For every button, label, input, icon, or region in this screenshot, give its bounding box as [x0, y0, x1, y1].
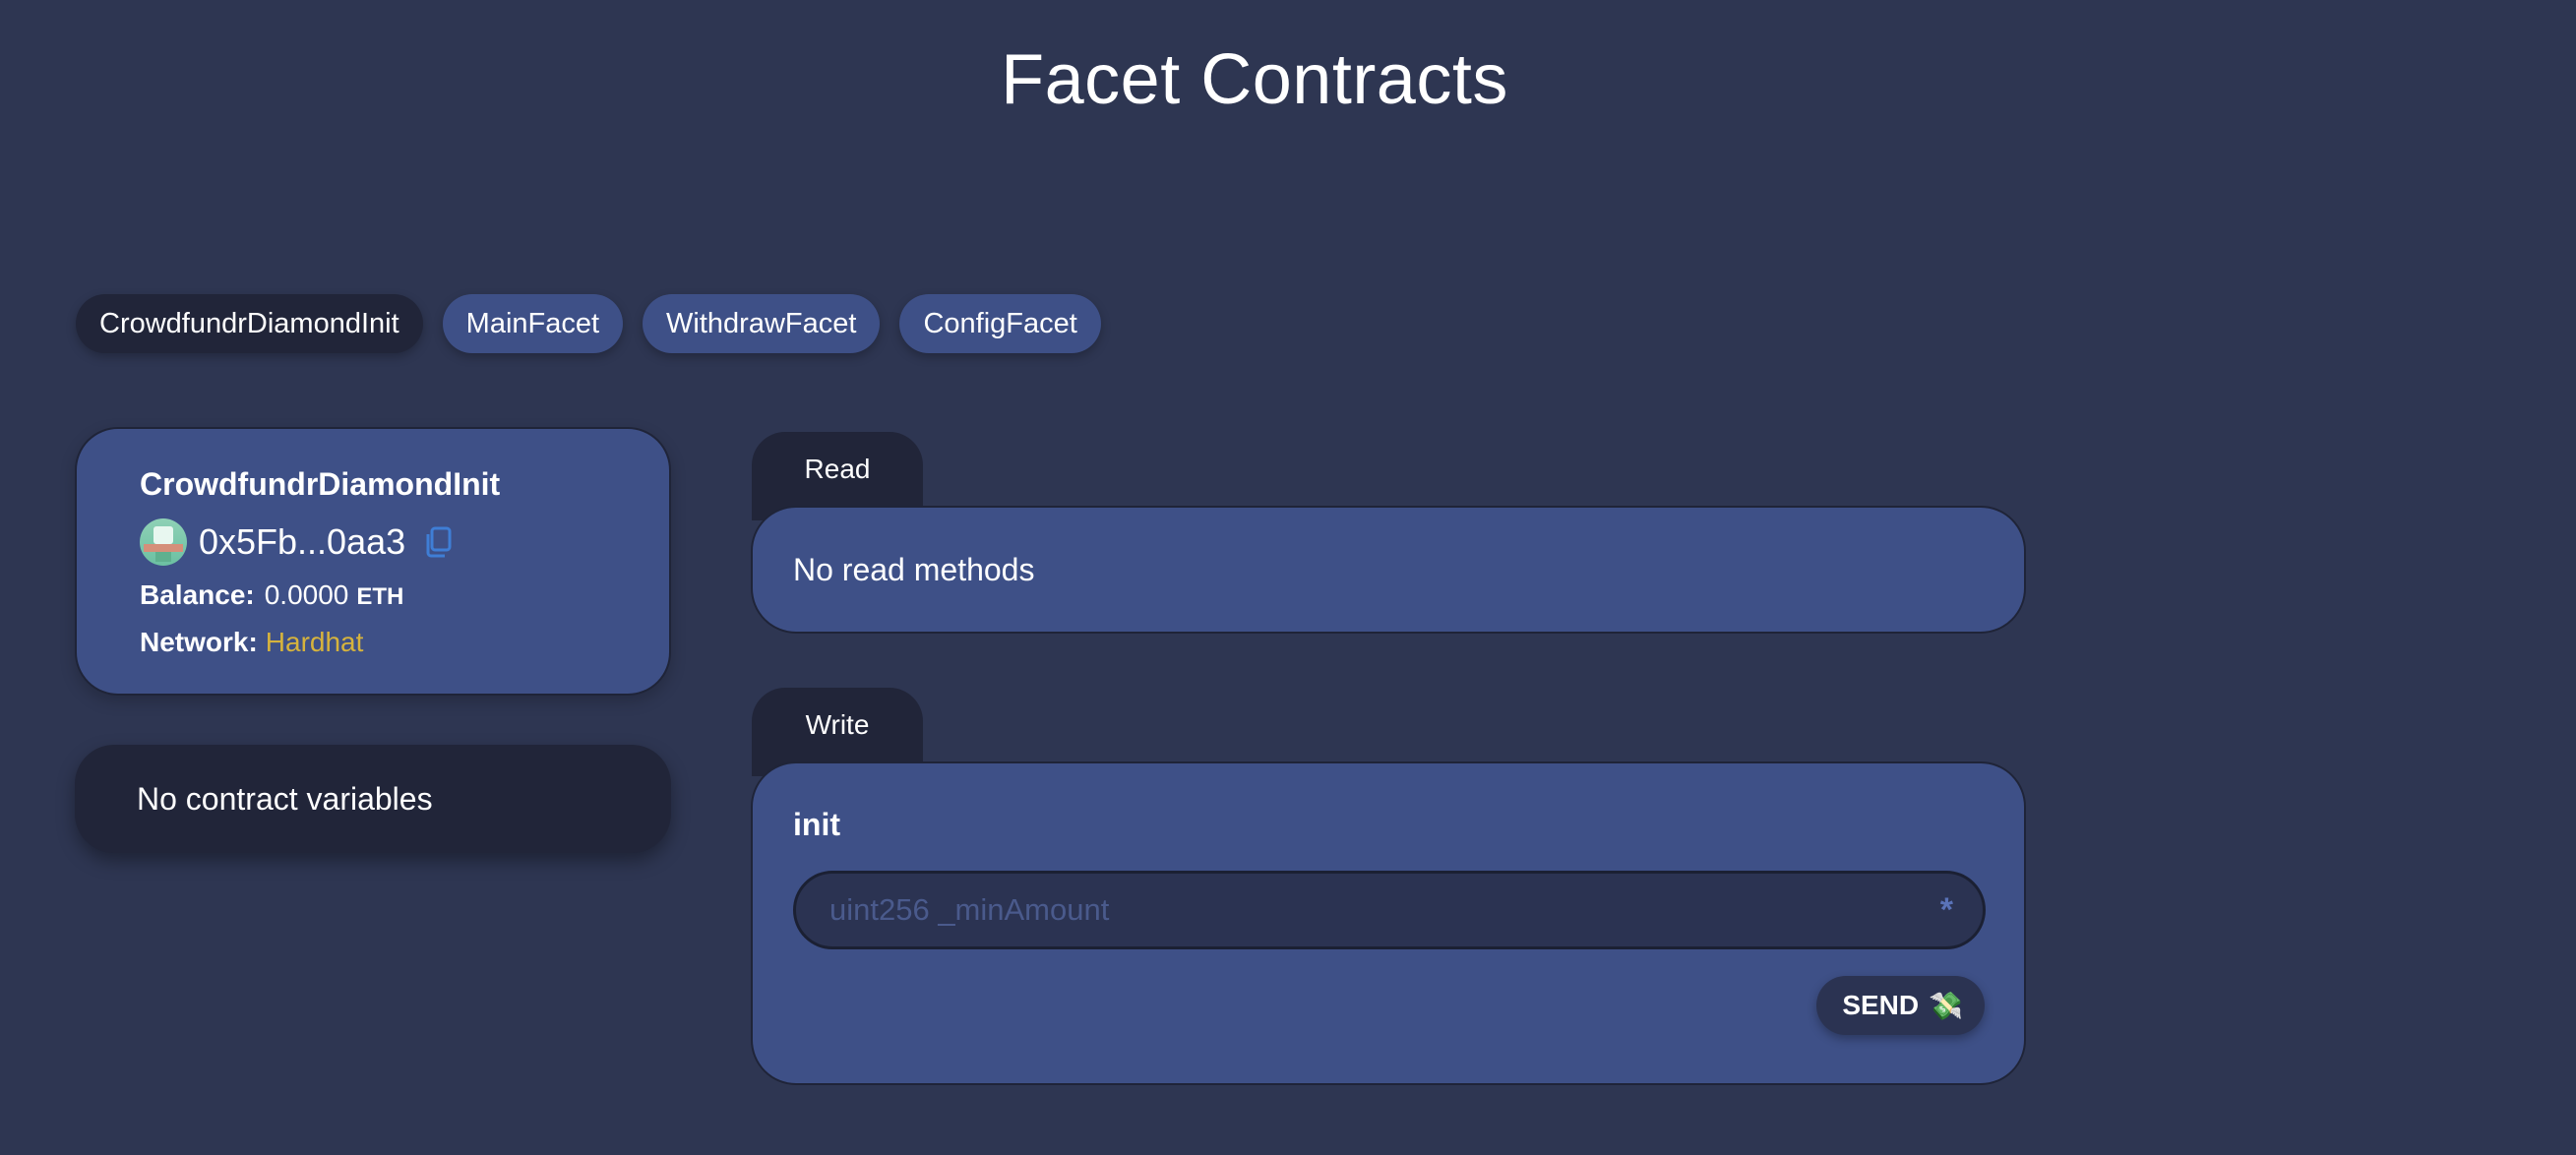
blockie-avatar	[140, 518, 187, 566]
network-label: Network:	[140, 627, 258, 657]
balance-unit: ETH	[356, 583, 404, 610]
money-with-wings-icon: 💸	[1929, 990, 1963, 1021]
contract-card: CrowdfundrDiamondInit 0x5Fb...0aa3 Balan…	[75, 427, 671, 696]
tab-withdraw-facet[interactable]: WithdrawFacet	[643, 294, 881, 353]
write-panel: init * SEND 💸	[751, 761, 2026, 1085]
min-amount-input[interactable]	[796, 892, 1878, 928]
copy-icon[interactable]	[423, 525, 455, 559]
facet-tabs: CrowdfundrDiamondInit MainFacet Withdraw…	[76, 294, 1101, 353]
min-amount-field: *	[793, 871, 1986, 949]
read-panel: No read methods	[751, 506, 2026, 634]
page: Facet Contracts CrowdfundrDiamondInit Ma…	[0, 0, 2576, 1155]
send-button[interactable]: SEND 💸	[1816, 976, 1985, 1035]
tab-config-facet[interactable]: ConfigFacet	[899, 294, 1101, 353]
contract-name: CrowdfundrDiamondInit	[140, 466, 501, 502]
network-value: Hardhat	[265, 627, 364, 657]
variables-empty-text: No contract variables	[137, 780, 433, 817]
asterisk-icon[interactable]: *	[1940, 891, 1953, 930]
contract-variables-card: No contract variables	[75, 745, 671, 853]
read-empty-text: No read methods	[793, 551, 1035, 587]
method-name: init	[793, 807, 840, 842]
contract-address: 0x5Fb...0aa3	[199, 521, 406, 562]
balance-row: Balance: 0.0000 ETH	[140, 579, 669, 615]
tab-crowdfundr-diamond-init[interactable]: CrowdfundrDiamondInit	[76, 294, 423, 353]
tab-main-facet[interactable]: MainFacet	[442, 294, 624, 353]
page-title: Facet Contracts	[1001, 40, 1508, 119]
address-row: 0x5Fb...0aa3	[140, 517, 669, 568]
send-label: SEND	[1842, 990, 1920, 1020]
balance-value: 0.0000	[264, 579, 349, 610]
network-row: Network: Hardhat	[140, 627, 669, 662]
balance-label: Balance:	[140, 579, 255, 610]
